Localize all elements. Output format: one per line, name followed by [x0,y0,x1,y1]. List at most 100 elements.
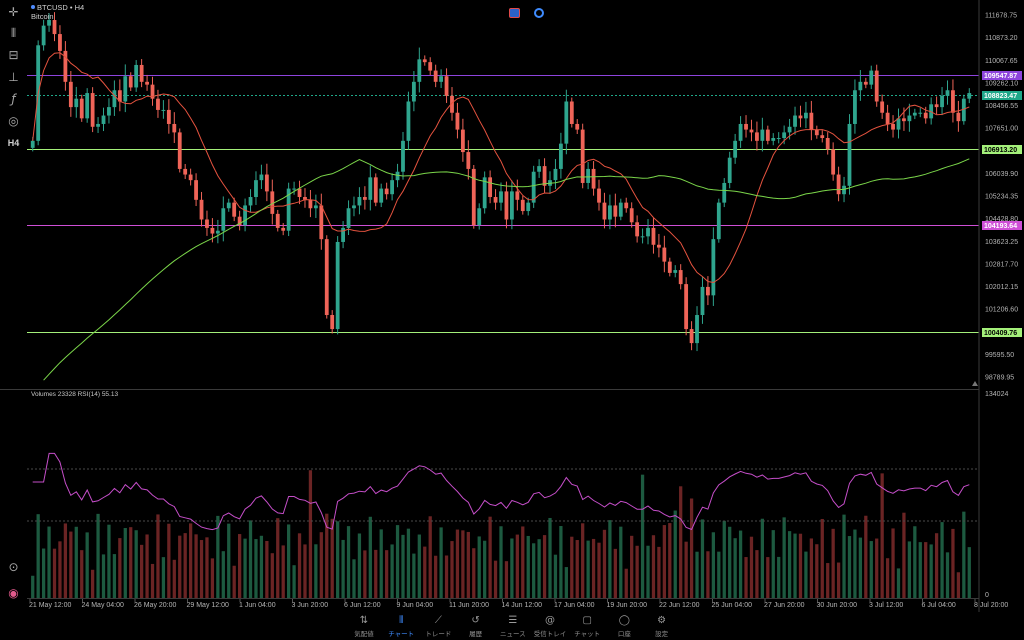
time-tick-label: 29 May 12:00 [187,602,230,609]
clock-icon[interactable] [534,8,544,18]
volume-bar [450,541,454,598]
volume-bar [183,533,187,598]
volume-bar [401,534,405,598]
volume-bar [711,532,715,598]
volume-bar [493,560,498,598]
candle-body [156,98,160,110]
nav-account[interactable]: ◯ 口座 [607,613,641,639]
volume-bar [85,532,89,598]
symbol-separator: • [67,3,75,12]
volume-bar [619,526,623,598]
scroll-arrow-icon[interactable] [972,381,978,386]
volume-bar [281,545,285,598]
volume-bar [581,523,585,598]
volume-bar [58,541,62,598]
nav-chart[interactable]: ⫴ チャート [384,613,418,639]
volume-bar [602,529,607,598]
nav-history[interactable]: ↺ 履歴 [459,613,493,639]
bottom-nav: ⇅ 気配値 ⫴ チャート ⟋ トレード ↺ 履歴 ☰ ニュース @ 受信トレイ ▢ チャット ◯ 口座 ⚙ 設定 [0,612,1024,640]
volume-bar [891,528,895,598]
nav-trade[interactable]: ⟋ トレード [421,613,455,639]
candle-body [455,112,460,130]
volume-bar [297,533,302,598]
candle-body [618,202,623,217]
time-tick-label: 3 Jul 12:00 [869,602,903,609]
volume-bar [815,544,819,598]
candle-body [651,227,656,245]
candle-body [444,76,449,96]
chart-canvas[interactable]: 111678.75 110873.20 110067.65 109262.10 1084… [0,0,1024,612]
volume-bar [787,531,792,598]
candle-body [673,270,678,273]
volume-bar [63,523,68,598]
volume-max-label: 134024 [985,391,1008,398]
volume-bar [662,525,666,598]
volume-bar [869,541,873,598]
time-tick-label: 24 May 04:00 [82,602,125,609]
level-tag-label: 106913.20 [984,147,1017,154]
candle-body [30,140,35,148]
time-tick-label: 3 Jun 20:00 [292,602,329,609]
nav-settings[interactable]: ⚙ 設定 [645,613,679,639]
candle-body [357,197,362,206]
rsi-panel [27,452,979,531]
volume-bar [466,531,470,598]
volume-bar [199,540,204,598]
volume-bar [248,520,253,598]
nav-news[interactable]: ☰ ニュース [496,613,530,639]
nav-chat[interactable]: ▢ チャット [570,613,604,639]
volume-bar [31,575,35,598]
candle-body [183,168,188,175]
time-tick-label: 6 Jul 04:00 [922,602,956,609]
volume-bar [80,550,84,598]
candle-body [613,205,618,217]
chart-area[interactable]: 111678.75 110873.20 110067.65 109262.10 1084… [0,0,1024,612]
trade-panel-icon[interactable] [509,8,520,18]
candle-body [695,315,699,344]
volume-bar [499,526,503,598]
volume-bar [896,568,901,598]
news-icon: ☰ [508,615,518,626]
history-icon: ↺ [471,615,480,626]
volume-bar [885,558,890,598]
candle-body [553,168,558,181]
candle-body [640,236,645,238]
time-tick-label: 17 Jun 04:00 [554,602,595,609]
volume-bar [101,554,106,598]
volume-bar [336,521,340,598]
volume-bar [483,540,487,598]
price-tick-label: 106039.90 [985,171,1018,178]
candle-body [874,70,879,102]
volume-bar [695,551,699,598]
volume-bar [90,569,95,598]
volume-bar [385,550,389,598]
volume-bar [167,523,171,598]
nav-inbox[interactable]: @ 受信トレイ [533,613,567,639]
candle-body [264,174,269,192]
candle-body [646,227,650,237]
nav-quotes[interactable]: ⇅ 気配値 [347,613,381,639]
volume-bar [36,514,40,598]
candle-body [145,81,149,85]
candle-body [52,20,57,35]
price-tick-label: 103623.25 [985,239,1018,246]
indicator-label: Volumes 23328 RSI(14) 55.13 [31,391,119,398]
volume-bar [270,553,274,598]
volume-bar [804,551,808,598]
volume-bar [368,516,372,598]
candle-body [466,152,471,169]
price-tick-label: 108456.55 [985,103,1018,110]
volume-bar [706,551,710,598]
symbol-line[interactable]: BTCUSD • H4 [31,3,84,12]
candle-body [313,205,318,209]
volume-bar [679,486,683,598]
volume-bar [793,533,797,598]
volume-bar [357,533,362,598]
candle-body [569,101,574,124]
candle-body [831,149,836,175]
candle-body [597,188,601,203]
volume-bar [749,536,754,598]
candle-body [722,182,727,203]
candle-body [346,208,351,228]
volume-bar [831,528,835,598]
